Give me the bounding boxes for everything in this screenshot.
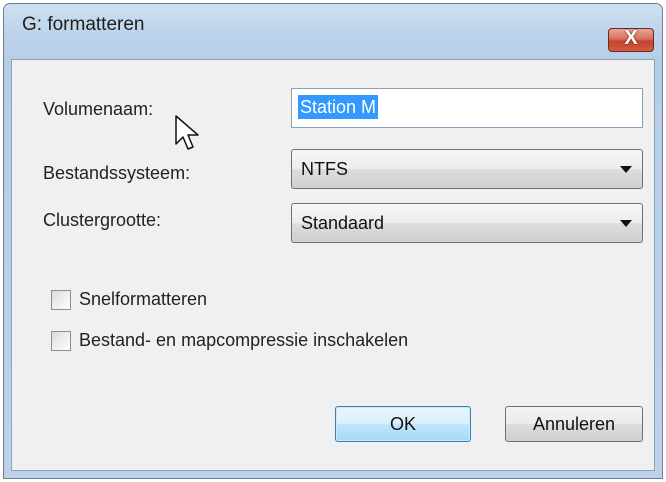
compression-checkbox[interactable]	[51, 331, 71, 351]
volume-name-value: Station M	[298, 95, 379, 119]
quick-format-label[interactable]: Snelformatteren	[79, 289, 207, 310]
quick-format-checkbox[interactable]	[51, 290, 71, 310]
chevron-down-icon	[620, 220, 632, 227]
ok-button[interactable]: OK	[335, 406, 471, 442]
filesystem-value: NTFS	[301, 159, 348, 179]
dialog-body: Volumenaam: Station M Bestandssysteem: N…	[11, 59, 655, 471]
compression-label[interactable]: Bestand- en mapcompressie inschakelen	[79, 330, 408, 351]
cluster-size-label: Clustergrootte:	[43, 210, 162, 230]
format-dialog: G: formatteren X Volumenaam: Station M B…	[3, 3, 663, 479]
volume-name-label: Volumenaam:	[43, 99, 154, 119]
cancel-button[interactable]: Annuleren	[505, 406, 643, 442]
cluster-size-value: Standaard	[301, 213, 385, 233]
filesystem-label: Bestandssysteem:	[43, 163, 191, 183]
cluster-size-select[interactable]: Standaard	[291, 203, 643, 243]
close-button[interactable]: X	[608, 27, 654, 52]
close-icon: X	[624, 27, 638, 49]
mouse-cursor-icon	[175, 115, 199, 150]
dialog-title: G: formatteren	[22, 14, 145, 35]
filesystem-select[interactable]: NTFS	[291, 149, 643, 189]
chevron-down-icon	[620, 166, 632, 173]
title-bar[interactable]: G: formatteren	[4, 4, 662, 44]
volume-name-input[interactable]: Station M	[291, 88, 643, 128]
